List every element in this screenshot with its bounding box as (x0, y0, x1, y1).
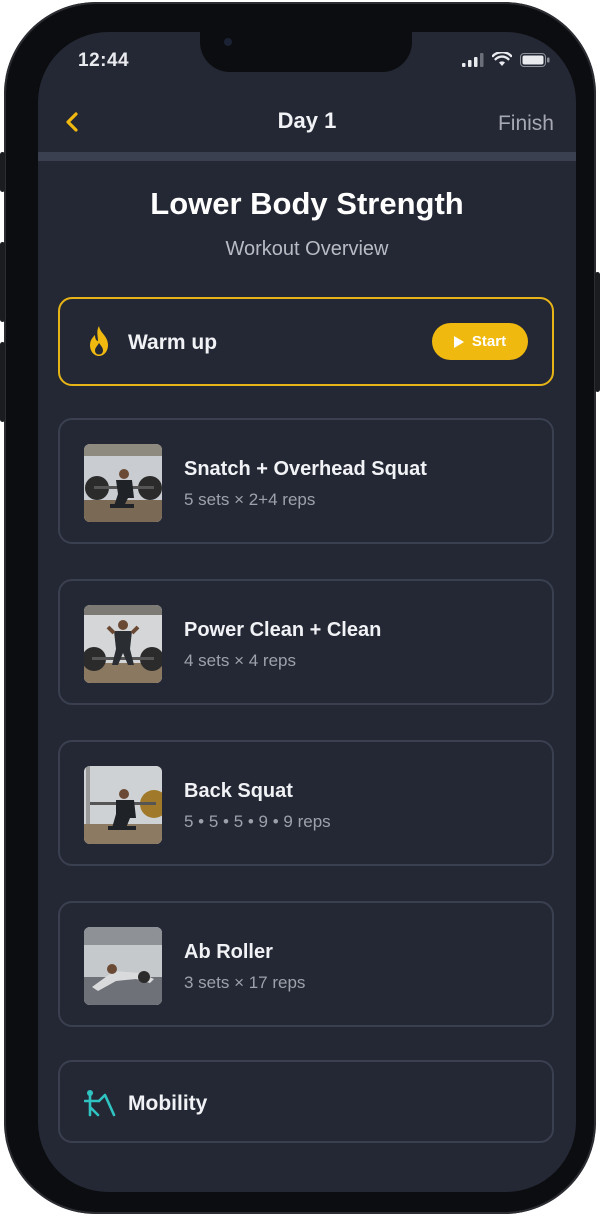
nav-divider (38, 152, 576, 161)
exercise-name: Ab Roller (184, 941, 273, 963)
mobility-card[interactable]: Mobility (58, 1060, 554, 1143)
nav-title: Day 1 (277, 108, 337, 133)
app-screen: 12:44 Day 1 Finish Lower Body Strength W… (38, 32, 576, 1192)
exercise-thumbnail (84, 766, 162, 844)
mute-switch (0, 152, 5, 192)
exercise-detail: 4 sets × 4 reps (184, 651, 296, 670)
workout-subtitle: Workout Overview (225, 238, 389, 260)
volume-up-button (0, 242, 5, 322)
status-time: 12:44 (78, 50, 130, 71)
exercise-thumbnail (84, 444, 162, 522)
flame-icon (90, 326, 108, 356)
exercise-card[interactable]: Ab Roller 3 sets × 17 reps (58, 901, 554, 1027)
camera (224, 38, 232, 46)
exercise-card[interactable]: Snatch + Overhead Squat 5 sets × 2+4 rep… (58, 418, 554, 544)
mobility-label: Mobility (128, 1092, 208, 1115)
play-icon (453, 335, 464, 348)
exercise-detail: 3 sets × 17 reps (184, 973, 306, 992)
exercise-card[interactable]: Back Squat 5 • 5 • 5 • 9 • 9 reps (58, 740, 554, 866)
exercise-name: Snatch + Overhead Squat (184, 458, 427, 480)
exercise-thumbnail (84, 927, 162, 1005)
status-icons (462, 52, 550, 67)
exercise-thumbnail (84, 605, 162, 683)
start-button[interactable]: Start (432, 323, 528, 360)
workout-title: Lower Body Strength (150, 186, 464, 221)
exercise-name: Power Clean + Clean (184, 619, 382, 641)
notch (200, 32, 412, 72)
battery-icon (520, 52, 550, 67)
warm-up-label: Warm up (128, 331, 218, 354)
volume-down-button (0, 342, 5, 422)
exercise-detail: 5 sets × 2+4 reps (184, 490, 316, 509)
start-label: Start (471, 333, 507, 350)
exercise-detail: 5 • 5 • 5 • 9 • 9 reps (184, 812, 331, 831)
navigation-bar: Day 1 Finish (38, 100, 576, 150)
phone-frame: 12:44 Day 1 Finish Lower Body Strength W… (0, 2, 600, 1214)
cellular-signal-icon (462, 52, 484, 67)
finish-button[interactable]: Finish (498, 112, 554, 136)
power-button (595, 272, 600, 392)
mobility-stretch-icon (84, 1090, 116, 1117)
wifi-icon (492, 52, 512, 66)
exercise-name: Back Squat (184, 780, 293, 802)
exercise-card[interactable]: Power Clean + Clean 4 sets × 4 reps (58, 579, 554, 705)
warm-up-card[interactable]: Warm up Start (58, 297, 554, 386)
